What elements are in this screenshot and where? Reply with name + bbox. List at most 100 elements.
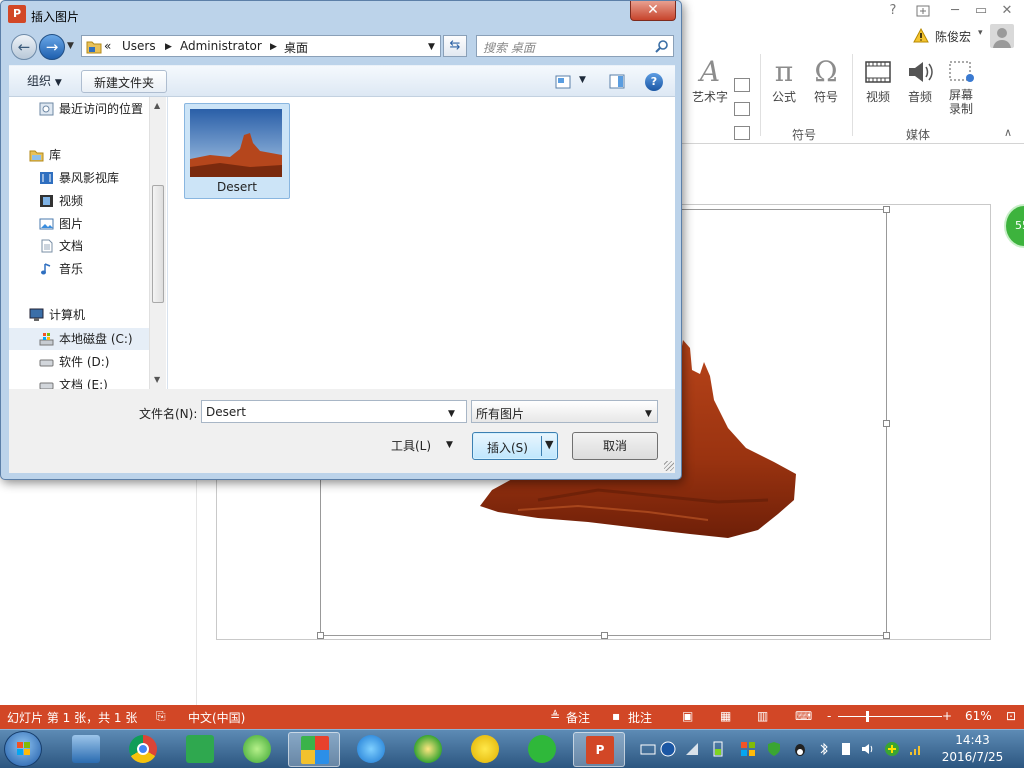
filetype-select[interactable]: 所有图片 ▼ <box>471 400 658 423</box>
nav-item-drive-c[interactable]: 本地磁盘 (C:) <box>9 328 151 350</box>
insert-button[interactable]: 插入(S) ▼ <box>472 432 558 460</box>
organize-button[interactable]: 组织 ▼ <box>27 72 62 89</box>
scrollbar-thumb[interactable] <box>152 185 164 303</box>
datetime-icon[interactable] <box>734 78 750 92</box>
taskbar-app-powerpoint[interactable]: P <box>573 732 625 767</box>
breadcrumb-separator-icon[interactable]: ▶ <box>165 42 172 52</box>
filename-input[interactable]: Desert ▼ <box>201 400 467 423</box>
resize-grip[interactable] <box>664 461 674 471</box>
nav-item-music[interactable]: 音乐 <box>9 258 151 280</box>
comment-icon[interactable]: ▪ <box>612 709 620 723</box>
avatar[interactable] <box>990 24 1014 48</box>
qq-icon[interactable] <box>792 741 808 757</box>
restore-button[interactable]: ▭ <box>970 2 992 20</box>
chevron-down-icon[interactable]: ▾ <box>978 28 983 38</box>
breadcrumb-administrator[interactable]: Administrator <box>180 39 262 53</box>
recent-locations-icon[interactable]: ▼ <box>67 41 74 51</box>
network-icon[interactable] <box>684 741 700 757</box>
view-options-icon[interactable] <box>555 75 571 89</box>
help-icon[interactable]: ? <box>882 2 904 20</box>
preview-pane-icon[interactable] <box>609 74 625 89</box>
dialog-close-button[interactable]: ✕ <box>630 1 676 21</box>
new-folder-button[interactable]: 新建文件夹 <box>81 70 168 93</box>
nav-item-pictures[interactable]: 图片 <box>9 213 151 235</box>
slide-number-icon[interactable] <box>734 102 750 116</box>
apps-tray-icon[interactable] <box>740 741 756 757</box>
system-clock[interactable]: 14:43 2016/7/25 <box>930 732 1015 766</box>
normal-view-icon[interactable]: ▣ <box>682 709 693 723</box>
help-button[interactable]: ? <box>645 73 663 91</box>
address-dropdown-icon[interactable]: ▼ <box>428 42 435 52</box>
ribbon-display-icon[interactable] <box>912 2 934 20</box>
comments-button[interactable]: 批注 <box>628 709 652 726</box>
bluetooth-icon[interactable] <box>816 741 832 757</box>
device-icon[interactable] <box>838 741 854 757</box>
add-tray-icon[interactable] <box>884 741 900 757</box>
cancel-button[interactable]: 取消 <box>572 432 658 460</box>
breadcrumb-overflow[interactable]: « <box>104 39 111 53</box>
spellcheck-icon[interactable]: ⎘ <box>156 709 166 724</box>
filetype-dropdown-icon[interactable]: ▼ <box>645 409 652 419</box>
shield-icon[interactable] <box>766 741 782 757</box>
battery-icon[interactable] <box>710 741 726 757</box>
forward-button[interactable]: → <box>39 34 65 60</box>
resize-handle[interactable] <box>883 206 890 213</box>
signal-icon[interactable] <box>908 741 924 757</box>
taskbar-app-ie[interactable] <box>345 732 397 767</box>
audio-button[interactable]: 音频 <box>902 58 938 105</box>
slideshow-icon[interactable]: ⌨ <box>795 709 812 723</box>
zoom-in-button[interactable]: + <box>942 709 952 723</box>
search-box[interactable]: 搜索 桌面 <box>476 35 674 57</box>
taskbar-app-music[interactable] <box>459 732 511 767</box>
nav-item-drive-e[interactable]: 文档 (E:) <box>9 374 151 389</box>
user-name[interactable]: 陈俊宏 <box>935 28 971 45</box>
reading-view-icon[interactable]: ▥ <box>757 709 768 723</box>
slide-sorter-icon[interactable]: ▦ <box>720 709 731 723</box>
taskbar-app-chrome[interactable] <box>117 732 169 767</box>
keyboard-icon[interactable] <box>640 741 656 757</box>
nav-item-library[interactable]: 库 <box>9 144 151 166</box>
language-indicator[interactable]: 中文(中国) <box>188 709 245 726</box>
notes-icon[interactable]: ≜ <box>550 709 560 723</box>
collapse-ribbon-icon[interactable]: ∧ <box>1004 126 1012 139</box>
scroll-down-icon[interactable]: ▼ <box>154 375 160 384</box>
taskbar-app-360[interactable] <box>402 732 454 767</box>
taskbar-app-green[interactable] <box>174 732 226 767</box>
symbol-button[interactable]: Ω 符号 <box>808 58 844 105</box>
notes-button[interactable]: 备注 <box>566 709 590 726</box>
resize-handle[interactable] <box>317 632 324 639</box>
nav-item-computer[interactable]: 计算机 <box>9 304 151 326</box>
resize-handle[interactable] <box>601 632 608 639</box>
scroll-up-icon[interactable]: ▲ <box>154 101 160 110</box>
volume-icon[interactable] <box>860 741 876 757</box>
taskbar-app-puzzle[interactable] <box>288 732 340 767</box>
resize-handle[interactable] <box>883 420 890 427</box>
tools-dropdown-icon[interactable]: ▼ <box>446 440 453 450</box>
nav-item-documents[interactable]: 文档 <box>9 235 151 257</box>
nav-item-drive-d[interactable]: 软件 (D:) <box>9 351 151 373</box>
taskbar-app-360browser[interactable] <box>231 732 283 767</box>
back-button[interactable]: ← <box>11 34 37 60</box>
close-button[interactable]: ✕ <box>996 2 1018 20</box>
fit-slide-icon[interactable]: ⊡ <box>1006 709 1016 723</box>
zoom-slider-thumb[interactable] <box>866 711 869 722</box>
refresh-button[interactable]: ⇆ <box>443 35 467 57</box>
start-button[interactable] <box>4 731 42 767</box>
breadcrumb-users[interactable]: Users <box>122 39 156 53</box>
nav-item-storm-video[interactable]: 暴风影视库 <box>9 167 151 189</box>
file-item-desert[interactable]: Desert <box>184 103 290 199</box>
zoom-level[interactable]: 61% <box>965 709 992 723</box>
video-button[interactable]: 视频 <box>860 58 896 105</box>
search-icon[interactable] <box>655 39 669 53</box>
nav-scrollbar[interactable]: ▲ ▼ <box>149 97 166 389</box>
formula-button[interactable]: π 公式 <box>766 58 802 105</box>
zoom-out-button[interactable]: - <box>827 709 831 723</box>
view-dropdown-icon[interactable]: ▼ <box>579 75 586 85</box>
wordart-button[interactable]: A 艺术字 <box>690 58 730 105</box>
address-bar[interactable]: « Users ▶ Administrator ▶ 桌面 ▼ <box>81 35 441 57</box>
help-tray-icon[interactable] <box>660 741 676 757</box>
zoom-slider[interactable] <box>838 716 942 717</box>
screen-record-button[interactable]: 屏幕 录制 <box>942 58 980 116</box>
insert-options-icon[interactable]: ▼ <box>545 438 553 451</box>
resize-handle[interactable] <box>883 632 890 639</box>
